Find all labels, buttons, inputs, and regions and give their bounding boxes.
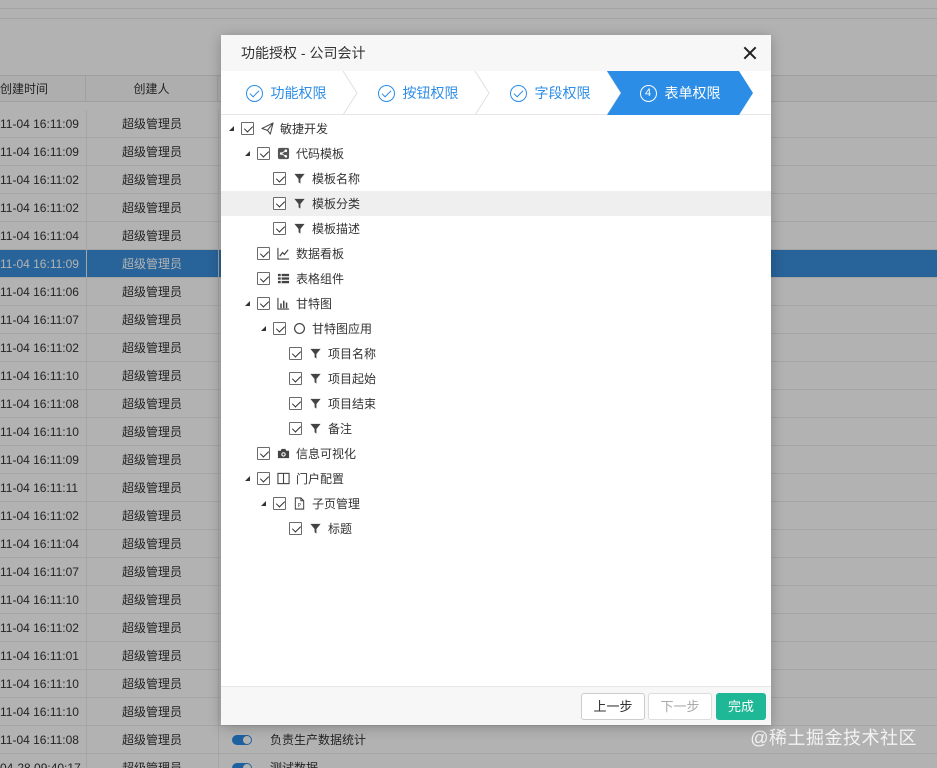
tree-checkbox[interactable] bbox=[289, 522, 302, 535]
tree-node-label: 数据看板 bbox=[296, 247, 345, 261]
line-chart-icon bbox=[276, 247, 290, 261]
watermark-text: @稀土掘金技术社区 bbox=[750, 728, 917, 748]
tree-node-label: 门户配置 bbox=[296, 472, 345, 486]
tree-node-label: 模板分类 bbox=[312, 197, 361, 211]
tree-node-label: 项目名称 bbox=[328, 347, 377, 361]
tree-checkbox[interactable] bbox=[289, 347, 302, 360]
filter-icon bbox=[292, 172, 306, 186]
filter-icon bbox=[308, 372, 322, 386]
tree-node[interactable]: 甘特图应用 bbox=[221, 316, 771, 341]
tree-node-label: 模板描述 bbox=[312, 222, 361, 236]
tree-node-label: 备注 bbox=[328, 422, 353, 436]
step-button-permission[interactable]: 按钮权限 bbox=[357, 71, 479, 115]
tree-node[interactable]: P 子页管理 bbox=[221, 491, 771, 516]
tree-node[interactable]: 项目结束 bbox=[221, 391, 771, 416]
tree-node[interactable]: 信息可视化 bbox=[221, 441, 771, 466]
check-circle-icon bbox=[509, 84, 527, 102]
filter-icon bbox=[308, 422, 322, 436]
table-list-icon bbox=[276, 272, 290, 286]
expand-triangle-icon[interactable] bbox=[259, 324, 269, 334]
prev-step-button[interactable]: 上一步 bbox=[581, 693, 645, 720]
authorization-dialog: 功能授权 - 公司会计 功能权限 按钮权限 字段权限 4 表单权限 敏捷开发代码… bbox=[221, 35, 771, 725]
tree-checkbox[interactable] bbox=[289, 372, 302, 385]
tree-checkbox[interactable] bbox=[289, 397, 302, 410]
filter-icon bbox=[292, 222, 306, 236]
tree-node[interactable]: 门户配置 bbox=[221, 466, 771, 491]
expand-triangle-icon[interactable] bbox=[243, 474, 253, 484]
tree-node[interactable]: 代码模板 bbox=[221, 141, 771, 166]
columns-icon bbox=[276, 472, 290, 486]
step-number-badge: 4 bbox=[639, 84, 657, 102]
tree-node-label: 甘特图 bbox=[296, 297, 333, 311]
tree-node[interactable]: 标题 bbox=[221, 516, 771, 541]
finish-button[interactable]: 完成 bbox=[716, 693, 766, 720]
tree-node-label: 标题 bbox=[328, 522, 353, 536]
tree-checkbox[interactable] bbox=[273, 197, 286, 210]
tree-checkbox[interactable] bbox=[289, 422, 302, 435]
step-label: 功能权限 bbox=[270, 85, 327, 101]
expand-triangle-icon[interactable] bbox=[227, 124, 237, 134]
tree-checkbox[interactable] bbox=[257, 147, 270, 160]
tree-node-label: 代码模板 bbox=[296, 147, 345, 161]
share-square-icon bbox=[276, 147, 290, 161]
step-form-permission[interactable]: 4 表单权限 bbox=[621, 71, 739, 115]
tree-node[interactable]: 数据看板 bbox=[221, 241, 771, 266]
tree-checkbox[interactable] bbox=[257, 447, 270, 460]
tree-node[interactable]: 模板名称 bbox=[221, 166, 771, 191]
tree-node-label: 敏捷开发 bbox=[280, 122, 329, 136]
tree-checkbox[interactable] bbox=[257, 247, 270, 260]
step-label: 表单权限 bbox=[664, 85, 721, 101]
filter-icon bbox=[308, 347, 322, 361]
tree-checkbox[interactable] bbox=[273, 172, 286, 185]
tree-checkbox[interactable] bbox=[257, 472, 270, 485]
permission-tree: 敏捷开发代码模板模板名称模板分类模板描述数据看板表格组件甘特图甘特图应用项目名称… bbox=[221, 116, 771, 686]
tree-checkbox[interactable] bbox=[257, 272, 270, 285]
camera-icon bbox=[276, 447, 290, 461]
tree-checkbox[interactable] bbox=[257, 297, 270, 310]
filter-icon bbox=[308, 397, 322, 411]
tree-node-label: 模板名称 bbox=[312, 172, 361, 186]
step-field-permission[interactable]: 字段权限 bbox=[489, 71, 611, 115]
expand-triangle-icon[interactable] bbox=[243, 299, 253, 309]
file-icon: P bbox=[292, 497, 306, 511]
tree-node-label: 项目起始 bbox=[328, 372, 377, 386]
check-circle-icon bbox=[245, 84, 263, 102]
tree-checkbox[interactable] bbox=[273, 497, 286, 510]
expand-triangle-icon[interactable] bbox=[243, 149, 253, 159]
expand-triangle-icon[interactable] bbox=[259, 499, 269, 509]
tree-node-label: 甘特图应用 bbox=[312, 322, 373, 336]
tree-node-label: 子页管理 bbox=[312, 497, 361, 511]
step-label: 字段权限 bbox=[534, 85, 591, 101]
tree-node[interactable]: 表格组件 bbox=[221, 266, 771, 291]
dialog-footer: 上一步 下一步 完成 bbox=[221, 686, 771, 725]
wizard-steps: 功能权限 按钮权限 字段权限 4 表单权限 bbox=[221, 71, 771, 115]
tree-node[interactable]: 项目起始 bbox=[221, 366, 771, 391]
step-function-permission[interactable]: 功能权限 bbox=[221, 71, 351, 115]
next-step-button[interactable]: 下一步 bbox=[648, 693, 712, 720]
tree-node[interactable]: 项目名称 bbox=[221, 341, 771, 366]
dialog-title: 功能授权 - 公司会计 bbox=[221, 35, 771, 71]
bar-chart-icon bbox=[276, 297, 290, 311]
circle-icon bbox=[292, 322, 306, 336]
filter-icon bbox=[308, 522, 322, 536]
tree-node-label: 信息可视化 bbox=[296, 447, 357, 461]
tree-node[interactable]: 甘特图 bbox=[221, 291, 771, 316]
svg-text:P: P bbox=[297, 503, 301, 509]
tree-node[interactable]: 备注 bbox=[221, 416, 771, 441]
tree-node[interactable]: 模板描述 bbox=[221, 216, 771, 241]
tree-checkbox[interactable] bbox=[273, 222, 286, 235]
tree-node[interactable]: 敏捷开发 bbox=[221, 116, 771, 141]
check-circle-icon bbox=[377, 84, 395, 102]
tree-node[interactable]: 模板分类 bbox=[221, 191, 771, 216]
step-label: 按钮权限 bbox=[402, 85, 459, 101]
filter-icon bbox=[292, 197, 306, 211]
tree-checkbox[interactable] bbox=[241, 122, 254, 135]
tree-checkbox[interactable] bbox=[273, 322, 286, 335]
paper-plane-icon bbox=[260, 122, 274, 136]
close-icon[interactable] bbox=[741, 44, 759, 62]
tree-node-label: 表格组件 bbox=[296, 272, 345, 286]
tree-node-label: 项目结束 bbox=[328, 397, 377, 411]
